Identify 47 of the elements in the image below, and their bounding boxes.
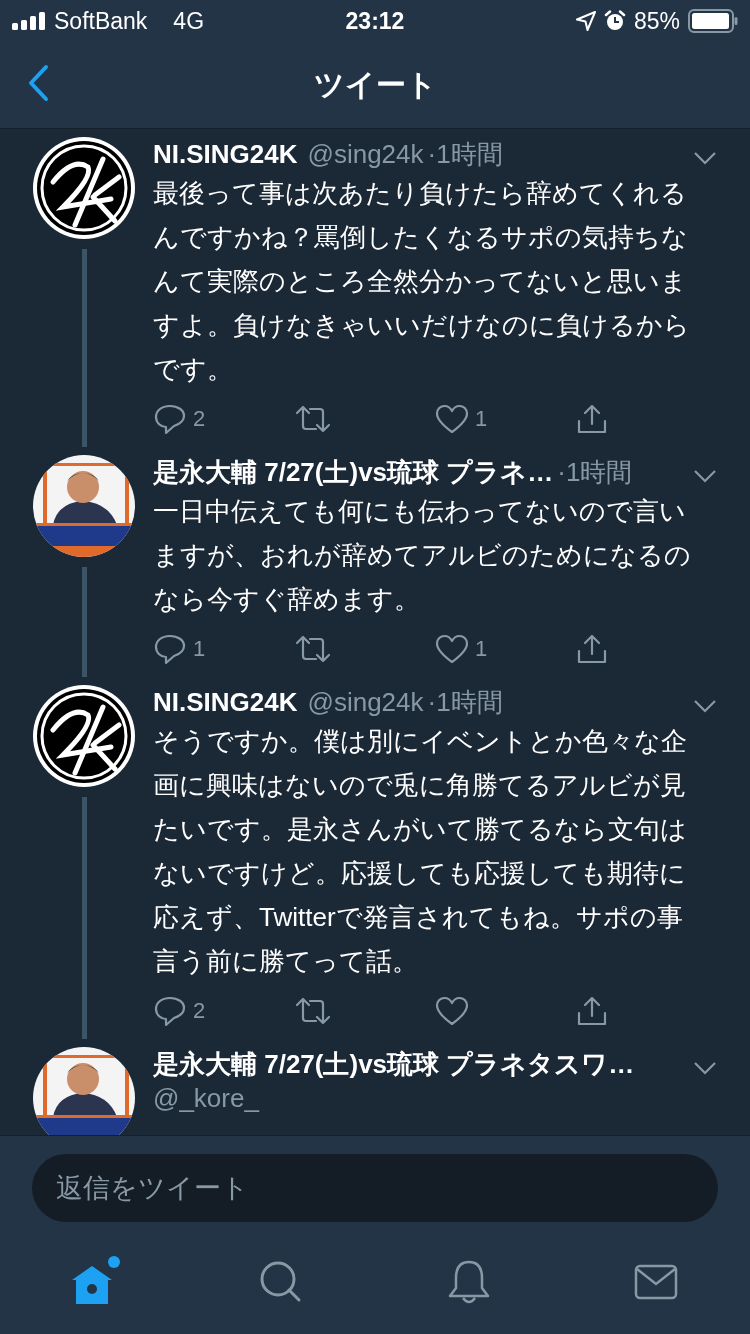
avatar-logo-icon[interactable] [33,137,135,239]
location-arrow-icon [575,11,596,31]
reply-count: 2 [193,998,206,1024]
reply-icon[interactable] [153,995,187,1027]
retweet-icon[interactable] [294,404,332,434]
user-name[interactable]: 是永大輔 7/27(土)vs琉球 プラネ… [153,455,554,489]
carrier-name: SoftBank [54,7,148,35]
avatar-logo-icon[interactable] [33,685,135,787]
share-icon[interactable] [576,403,608,435]
back-button[interactable] [26,64,50,102]
tweet-text: そうですか。僕は別にイベントとか色々な企画に興味はないので兎に角勝てるアルビが見たいです。是永さんがいて勝てるなら文句はないですけど。応援しても応援しても期待に応えず、Twitterで発言されてもね。サポの事言う前に勝てって話。 [153,725,688,978]
user-name[interactable]: 是永大輔 7/27(土)vs琉球 プラネタスワ… [153,1047,635,1081]
reply-icon[interactable] [153,403,187,435]
tweet-text: 最後って事は次あたり負けたら辞めてくれるんですかね？罵倒したくなるサポの気持ちなんて実際のところ全然分かってないと思いますよ。負けなきゃいいだけなのに負けるからです。 [153,177,691,386]
user-handle[interactable]: @sing24k [307,137,424,171]
signal-icon [12,12,46,30]
chevron-down-icon[interactable] [693,469,717,483]
reply-count: 2 [193,406,206,432]
share-icon[interactable] [576,995,608,1027]
user-name[interactable]: NI.SING24K [153,685,298,719]
screen-title: ツイート [313,66,437,103]
battery-icon [688,9,738,33]
chevron-down-icon[interactable] [693,151,717,165]
retweet-icon[interactable] [294,996,332,1026]
share-icon[interactable] [576,633,608,665]
tweet-time: ·1時間 [427,686,503,719]
chevron-down-icon[interactable] [693,699,717,713]
user-name[interactable]: NI.SING24K [153,137,298,171]
like-count: 1 [475,636,488,662]
tweet-text: 一日中伝えても何にも伝わってないので言いますが、おれが辞めてアルビのためになるのなら今すぐ辞めます。 [153,495,692,616]
network-type: 4G [173,7,205,35]
clock: 23:12 [344,7,406,35]
reply-count: 1 [193,636,206,662]
battery-percent: 85% [633,7,680,35]
alarm-clock-icon [603,10,626,32]
tweet-time: ·1時間 [427,138,503,171]
user-handle[interactable]: @sing24k [307,685,424,719]
reply-input-field[interactable]: 返信をツイート [32,1154,718,1222]
chevron-down-icon[interactable] [693,1061,717,1075]
user-handle[interactable]: @_kore_ [153,1081,259,1115]
like-count: 1 [475,406,488,432]
tweet-time: ·1時間 [557,456,633,489]
retweet-icon[interactable] [294,634,332,664]
reply-icon[interactable] [153,633,187,665]
heart-icon[interactable] [435,634,469,664]
heart-icon[interactable] [435,404,469,434]
heart-icon[interactable] [435,996,469,1026]
